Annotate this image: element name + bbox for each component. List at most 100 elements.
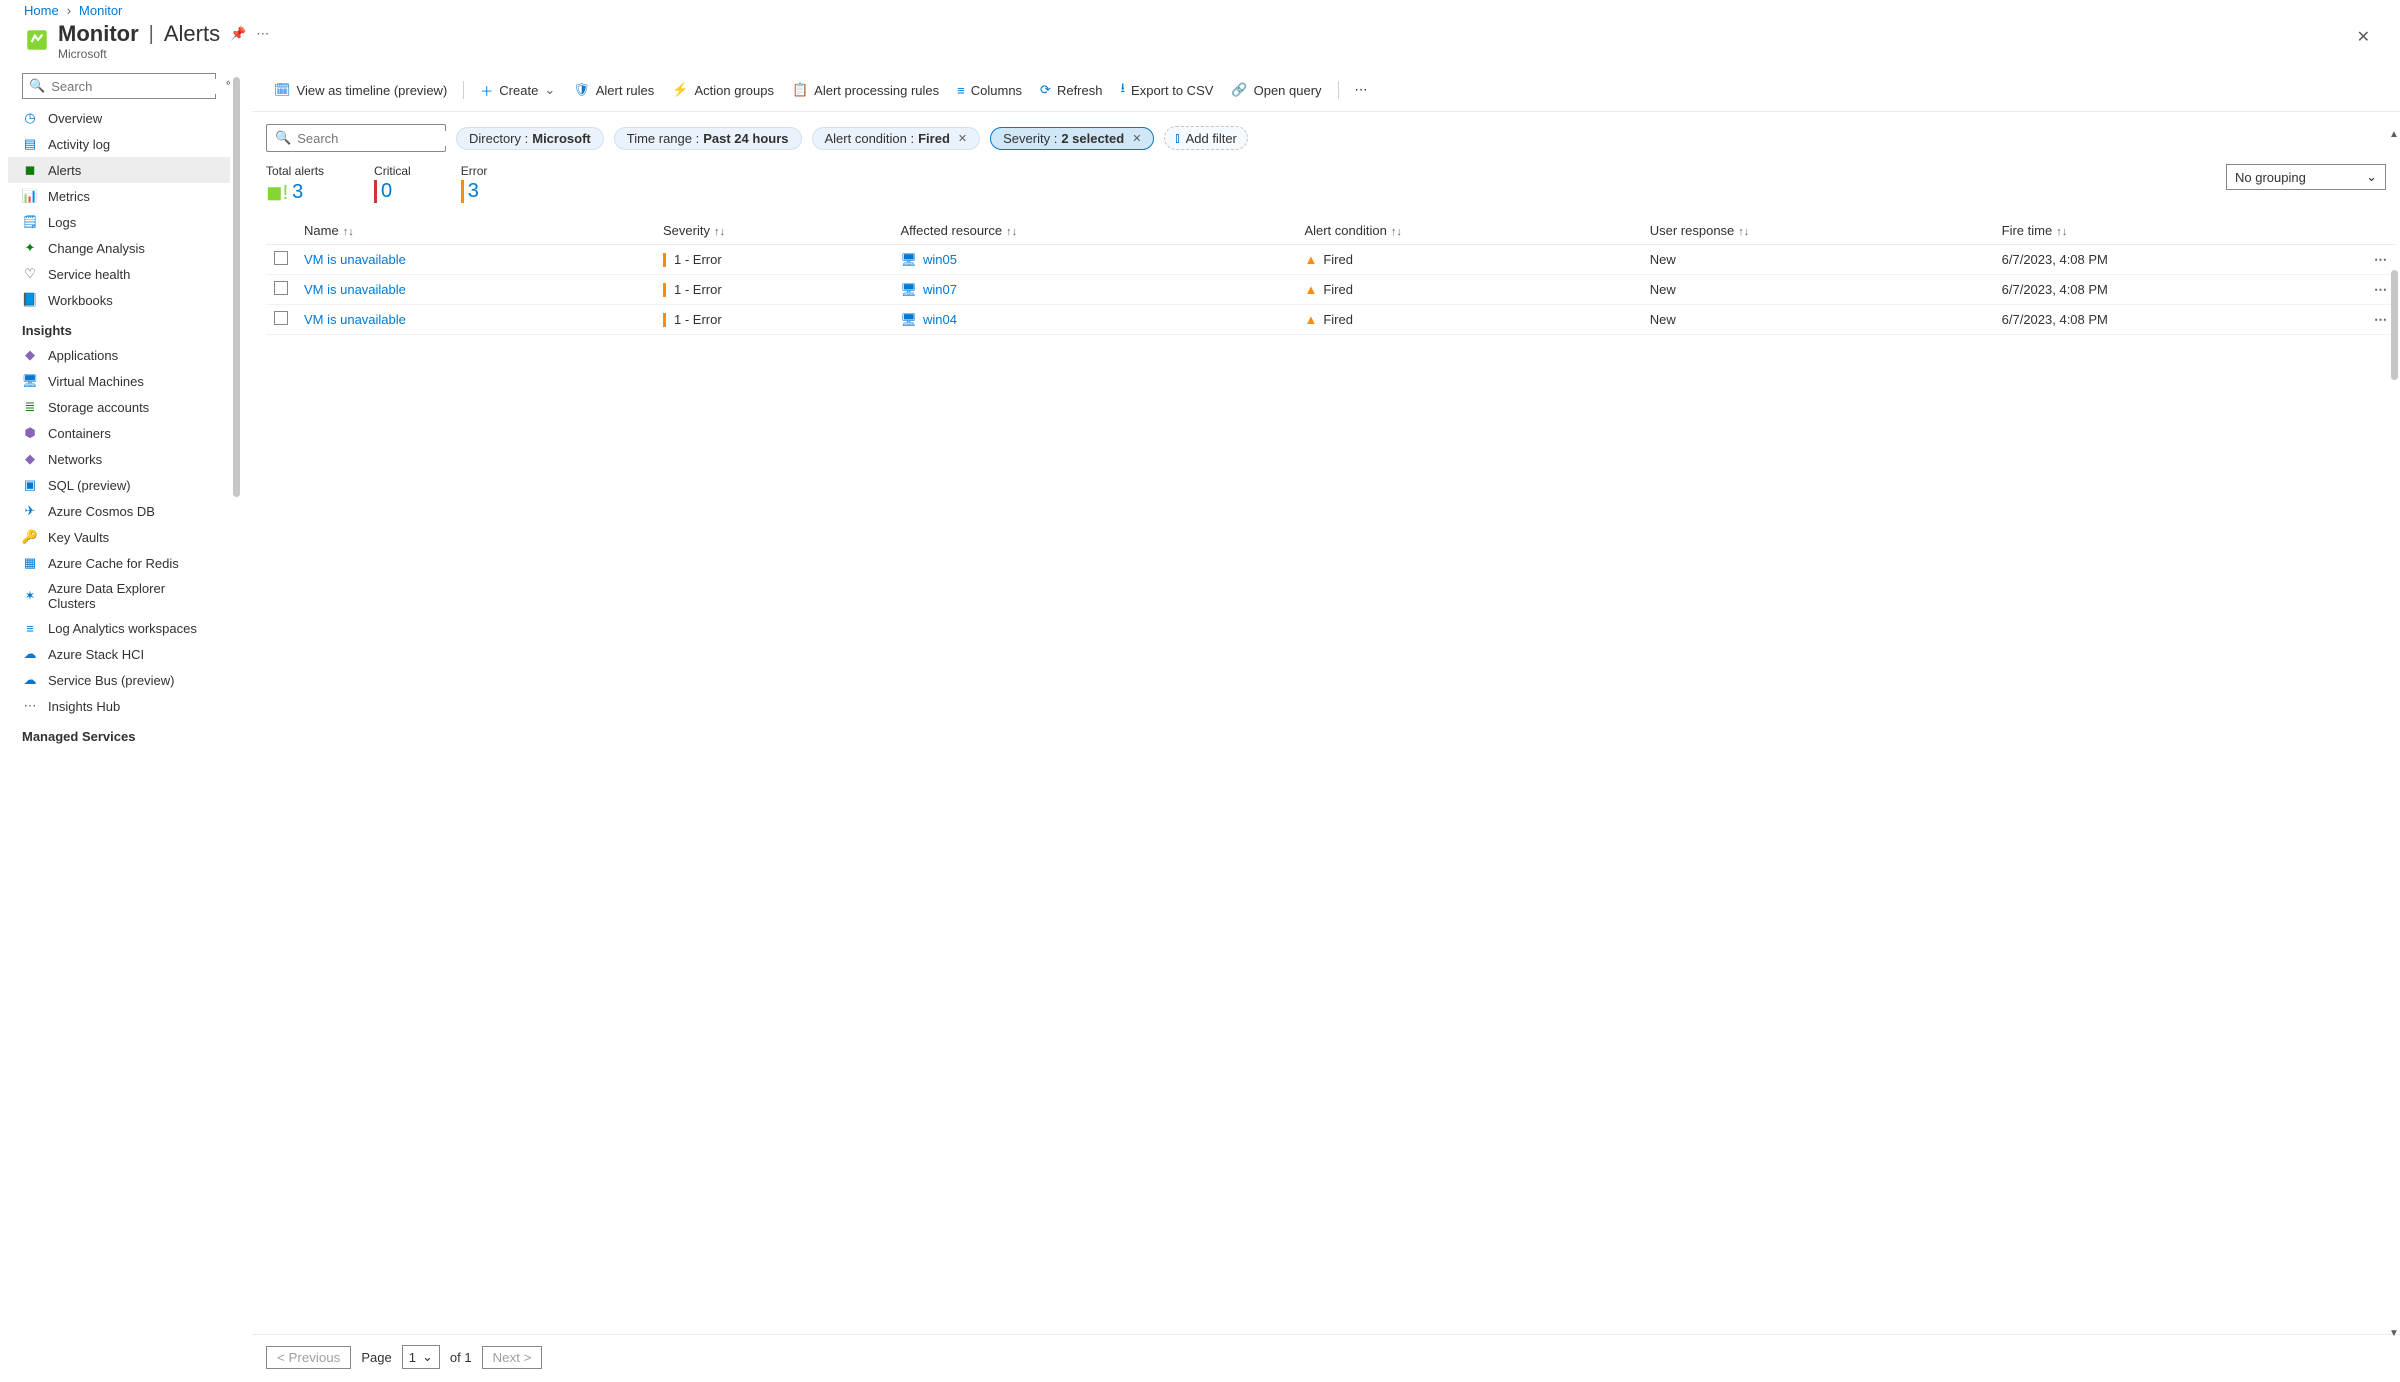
table-row[interactable]: VM is unavailable1 - Error🖥win04▲FiredNe… bbox=[266, 305, 2396, 335]
collapse-sidebar-icon[interactable]: « bbox=[226, 77, 230, 89]
content-search-input[interactable] bbox=[297, 131, 473, 146]
table-row[interactable]: VM is unavailable1 - Error🖥win05▲FiredNe… bbox=[266, 245, 2396, 275]
add-filter-button[interactable]: ⫾Add filter bbox=[1164, 126, 1247, 150]
resource-link[interactable]: win07 bbox=[923, 282, 957, 297]
pin-icon[interactable]: 📌 bbox=[230, 26, 246, 42]
toolbar-overflow[interactable]: ⋯ bbox=[1347, 78, 1376, 102]
columns-button[interactable]: ≡Columns bbox=[949, 79, 1030, 102]
col-severity[interactable]: Severity↑↓ bbox=[655, 217, 892, 245]
severity-text: 1 - Error bbox=[674, 312, 722, 327]
alert-total-icon: ◼! bbox=[266, 180, 288, 205]
sidebar-item-metrics[interactable]: 📊Metrics bbox=[8, 183, 230, 209]
sidebar-item-storage-accounts[interactable]: ≣Storage accounts bbox=[8, 394, 230, 420]
resource-link[interactable]: win05 bbox=[923, 252, 957, 267]
row-menu-icon[interactable]: ⋯ bbox=[2374, 282, 2388, 297]
open-query-button[interactable]: 🔗Open query bbox=[1223, 78, 1329, 102]
timeline-button[interactable]: 🗓View as timeline (preview) bbox=[266, 78, 455, 102]
sidebar-item-log-analytics-workspaces[interactable]: ≡Log Analytics workspaces bbox=[8, 616, 230, 641]
col-condition[interactable]: Alert condition↑↓ bbox=[1296, 217, 1641, 245]
breadcrumb-home[interactable]: Home bbox=[24, 3, 59, 18]
main-content: 🗓View as timeline (preview) ＋Create⌄ 🛡Al… bbox=[242, 69, 2400, 1379]
sidebar-item-workbooks[interactable]: 📘Workbooks bbox=[8, 287, 230, 313]
sidebar-item-containers[interactable]: ⬢Containers bbox=[8, 420, 230, 446]
row-checkbox[interactable] bbox=[274, 311, 288, 325]
close-icon[interactable]: ✕ bbox=[1128, 132, 1141, 145]
nav-item-icon: 🔑 bbox=[22, 529, 38, 545]
sidebar-item-overview[interactable]: ◷Overview bbox=[8, 105, 230, 131]
col-name[interactable]: Name↑↓ bbox=[296, 217, 655, 245]
sidebar-item-insights-hub[interactable]: ⋯Insights Hub bbox=[8, 693, 230, 719]
search-icon: 🔍 bbox=[29, 78, 45, 94]
insights-header: Insights bbox=[8, 313, 230, 342]
filter-alert-condition[interactable]: Alert condition : Fired✕ bbox=[812, 127, 981, 150]
sidebar-item-sql-preview-[interactable]: ▣SQL (preview) bbox=[8, 472, 230, 498]
alert-name-link[interactable]: VM is unavailable bbox=[304, 282, 406, 297]
content-search[interactable]: 🔍 bbox=[266, 124, 446, 152]
filter-directory[interactable]: Directory : Microsoft bbox=[456, 127, 604, 150]
col-fire[interactable]: Fire time↑↓ bbox=[1994, 217, 2366, 245]
row-checkbox[interactable] bbox=[274, 251, 288, 265]
response-text: New bbox=[1642, 305, 1994, 335]
sidebar-item-azure-cosmos-db[interactable]: ✈Azure Cosmos DB bbox=[8, 498, 230, 524]
alert-rules-button[interactable]: 🛡Alert rules bbox=[565, 78, 662, 102]
row-menu-icon[interactable]: ⋯ bbox=[2374, 252, 2388, 267]
sidebar-item-service-health[interactable]: ♡Service health bbox=[8, 261, 230, 287]
scroll-up-icon[interactable]: ▲ bbox=[2389, 129, 2399, 140]
action-groups-button[interactable]: ⚡Action groups bbox=[664, 78, 782, 102]
vm-icon: 🖥 bbox=[900, 312, 917, 327]
sidebar-item-key-vaults[interactable]: 🔑Key Vaults bbox=[8, 524, 230, 550]
sidebar-search-input[interactable] bbox=[51, 79, 227, 94]
sidebar-item-service-bus-preview-[interactable]: ☁Service Bus (preview) bbox=[8, 667, 230, 693]
prev-button[interactable]: < Previous bbox=[266, 1346, 351, 1369]
sidebar-item-applications[interactable]: ◆Applications bbox=[8, 342, 230, 368]
sidebar-item-virtual-machines[interactable]: 🖥Virtual Machines bbox=[8, 368, 230, 394]
sort-icon: ↑↓ bbox=[1387, 226, 1402, 238]
close-icon[interactable]: ✕ bbox=[954, 132, 967, 145]
timeline-icon: 🗓 bbox=[274, 82, 291, 98]
sidebar-item-alerts[interactable]: ◼Alerts bbox=[8, 157, 230, 183]
nav-item-label: Virtual Machines bbox=[48, 374, 144, 389]
page-title: Alerts bbox=[164, 21, 220, 47]
sidebar-item-logs[interactable]: 🗒Logs bbox=[8, 209, 230, 235]
alert-name-link[interactable]: VM is unavailable bbox=[304, 252, 406, 267]
nav-item-icon: ◼ bbox=[22, 162, 38, 178]
sidebar-item-activity-log[interactable]: ▤Activity log bbox=[8, 131, 230, 157]
sidebar-item-change-analysis[interactable]: ✦Change Analysis bbox=[8, 235, 230, 261]
page-dropdown[interactable]: 1⌄ bbox=[402, 1345, 440, 1369]
content-scrollbar[interactable]: ▲ ▼ bbox=[2388, 129, 2400, 1339]
sidebar-scrollbar[interactable] bbox=[230, 69, 242, 1379]
page-label: Page bbox=[361, 1350, 391, 1365]
sidebar-item-azure-cache-for-redis[interactable]: ▦Azure Cache for Redis bbox=[8, 550, 230, 576]
refresh-button[interactable]: ⟳Refresh bbox=[1032, 78, 1110, 102]
service-title: Monitor bbox=[58, 21, 139, 47]
filter-severity[interactable]: Severity : 2 selected✕ bbox=[990, 127, 1154, 150]
filter-icon: ⫾ bbox=[1175, 130, 1179, 146]
row-checkbox[interactable] bbox=[274, 281, 288, 295]
processing-rules-button[interactable]: 📋Alert processing rules bbox=[784, 78, 947, 102]
filter-time-range[interactable]: Time range : Past 24 hours bbox=[614, 127, 802, 150]
col-response[interactable]: User response↑↓ bbox=[1642, 217, 1994, 245]
more-icon[interactable]: ⋯ bbox=[256, 26, 269, 42]
row-menu-icon[interactable]: ⋯ bbox=[2374, 312, 2388, 327]
sidebar-item-azure-data-explorer-clusters[interactable]: ✶ Azure Data Explorer Clusters bbox=[8, 576, 230, 616]
export-button[interactable]: ⭳Export to CSV bbox=[1112, 75, 1221, 105]
alert-name-link[interactable]: VM is unavailable bbox=[304, 312, 406, 327]
create-button[interactable]: ＋Create⌄ bbox=[472, 77, 563, 104]
nav-item-icon: ✶ bbox=[22, 588, 38, 604]
sidebar-item-azure-stack-hci[interactable]: ☁Azure Stack HCI bbox=[8, 641, 230, 667]
sidebar-item-networks[interactable]: ◆Networks bbox=[8, 446, 230, 472]
nav-item-label: Azure Data Explorer Clusters bbox=[48, 581, 216, 611]
next-button[interactable]: Next > bbox=[482, 1346, 543, 1369]
columns-icon: ≡ bbox=[957, 83, 965, 98]
nav-item-label: Activity log bbox=[48, 137, 110, 152]
scroll-down-icon[interactable]: ▼ bbox=[2389, 1328, 2399, 1339]
resource-link[interactable]: win04 bbox=[923, 312, 957, 327]
close-icon[interactable]: ✕ bbox=[2351, 21, 2376, 53]
chevron-down-icon: ⌄ bbox=[422, 1349, 433, 1365]
condition-text: Fired bbox=[1323, 312, 1353, 327]
table-row[interactable]: VM is unavailable1 - Error🖥win07▲FiredNe… bbox=[266, 275, 2396, 305]
col-resource[interactable]: Affected resource↑↓ bbox=[892, 217, 1296, 245]
grouping-dropdown[interactable]: No grouping⌄ bbox=[2226, 164, 2386, 190]
sidebar-search[interactable]: 🔍 bbox=[22, 73, 216, 99]
breadcrumb-current[interactable]: Monitor bbox=[79, 3, 122, 18]
